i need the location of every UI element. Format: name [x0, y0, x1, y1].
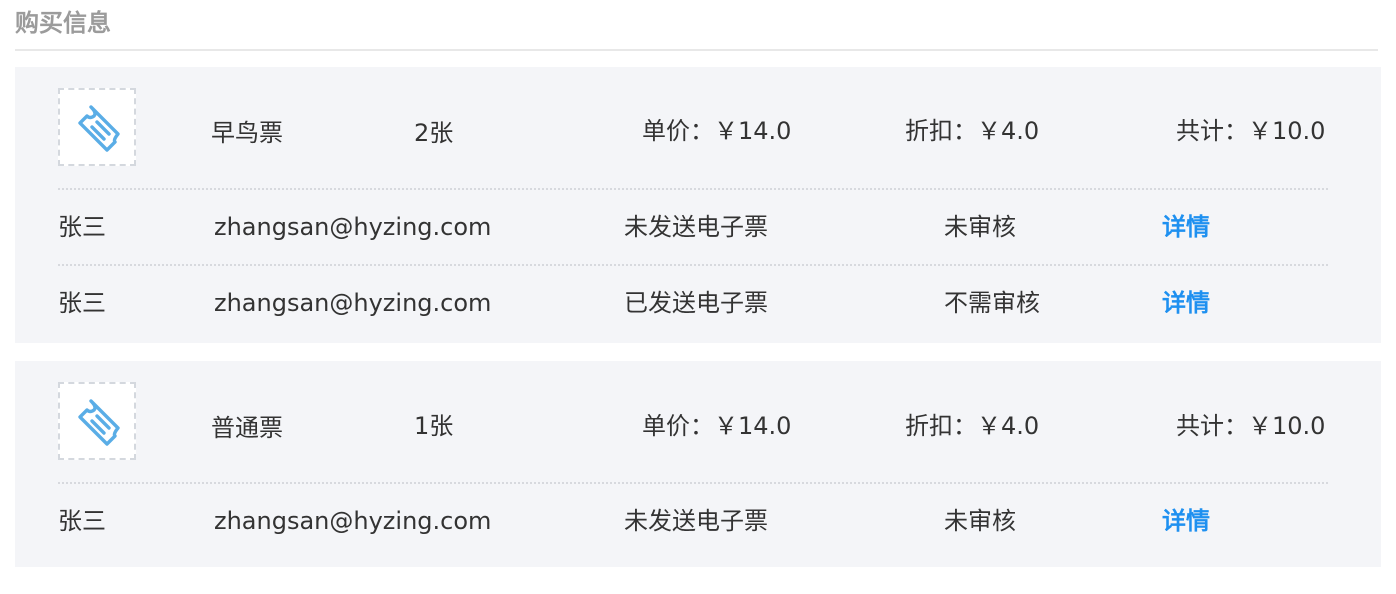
attendee-name: 张三 [58, 213, 106, 241]
attendee-name: 张三 [58, 507, 106, 535]
ticket-discount: 折扣：￥4.0 [905, 412, 1040, 440]
audit-status: 未审核 [944, 507, 1016, 535]
ticket-total: 共计：￥10.0 [1176, 412, 1326, 440]
ticket-quantity: 1张 [414, 412, 454, 440]
row-divider [58, 264, 1328, 266]
ticket-quantity: 2张 [414, 119, 454, 147]
attendee-email: zhangsan@hyzing.com [214, 289, 492, 317]
ticket-total: 共计：￥10.0 [1176, 117, 1326, 145]
title-divider [15, 49, 1378, 51]
section-title: 购买信息 [15, 9, 111, 37]
detail-link[interactable]: 详情 [1162, 212, 1210, 242]
ticket-unit-price: 单价：￥14.0 [642, 412, 792, 440]
attendee-email: zhangsan@hyzing.com [214, 507, 492, 535]
audit-status: 未审核 [944, 213, 1016, 241]
eticket-status: 已发送电子票 [624, 289, 768, 317]
eticket-status: 未发送电子票 [624, 507, 768, 535]
row-divider [58, 482, 1328, 484]
ticket-icon [58, 88, 136, 166]
audit-status: 不需审核 [944, 289, 1040, 317]
ticket-icon [58, 382, 136, 460]
ticket-card-regular: 普通票 1张 单价：￥14.0 折扣：￥4.0 共计：￥10.0 张三 zhan… [15, 361, 1381, 567]
ticket-discount: 折扣：￥4.0 [905, 117, 1040, 145]
attendee-email: zhangsan@hyzing.com [214, 213, 492, 241]
ticket-unit-price: 单价：￥14.0 [642, 117, 792, 145]
detail-link[interactable]: 详情 [1162, 506, 1210, 536]
row-divider [58, 188, 1328, 190]
ticket-type-name: 普通票 [211, 414, 283, 442]
ticket-card-early-bird: 早鸟票 2张 单价：￥14.0 折扣：￥4.0 共计：￥10.0 张三 zhan… [15, 67, 1381, 343]
ticket-type-name: 早鸟票 [211, 119, 283, 147]
detail-link[interactable]: 详情 [1162, 288, 1210, 318]
eticket-status: 未发送电子票 [624, 213, 768, 241]
attendee-name: 张三 [58, 289, 106, 317]
